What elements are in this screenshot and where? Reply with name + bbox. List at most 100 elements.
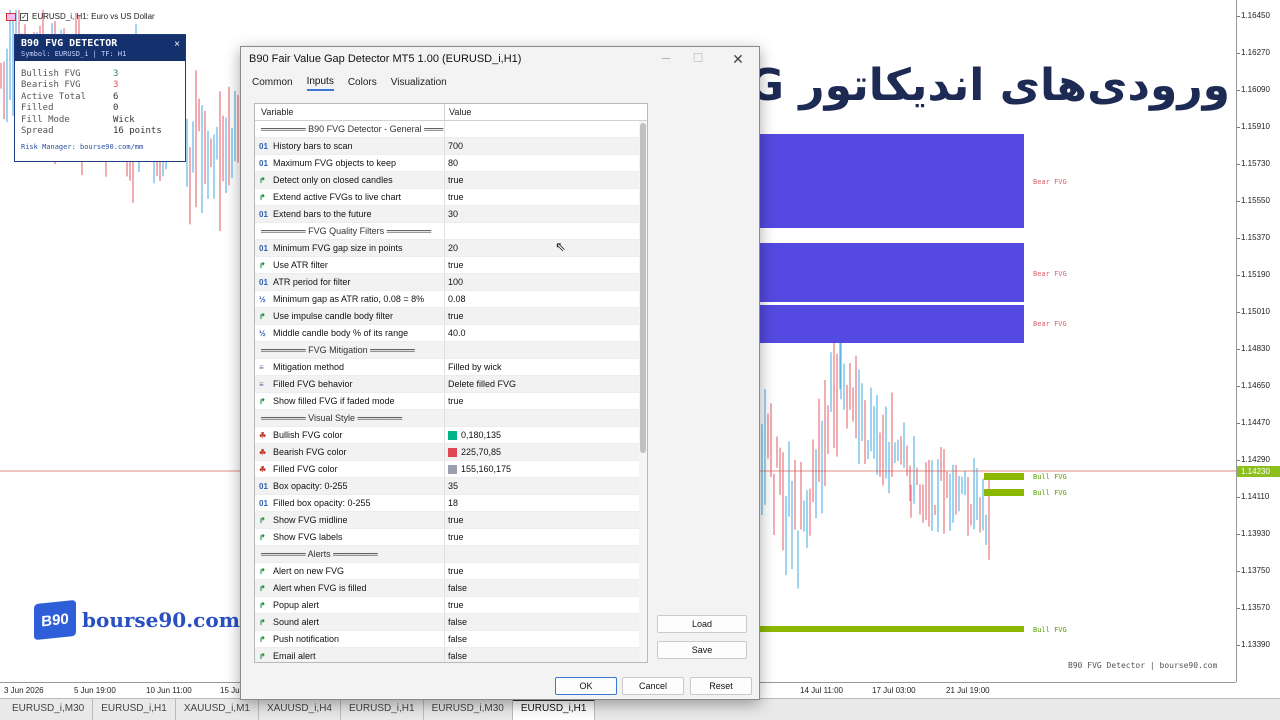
grid-section-row[interactable]: ═══════ FVG Mitigation ═══════ [255,342,647,359]
price-axis[interactable]: 1.16450 1.16270 1.16090 1.15910 1.15730 1.155… [1236,0,1280,682]
value-cell[interactable]: Delete filled FVG [445,376,647,392]
value-cell[interactable]: 225,70,85 [445,444,647,460]
grid-row[interactable]: ↱ Alert on new FVG true [255,563,647,580]
chart-tab[interactable]: EURUSD_i,M30 [4,699,94,720]
value-cell[interactable]: 100 [445,274,647,290]
value-cell[interactable]: true [445,308,647,324]
bear-fvg-zone-2[interactable] [760,243,1024,302]
grid-section-row[interactable]: ═══════ B90 FVG Detector - General ═══..… [255,121,647,138]
value-text: true [448,192,464,202]
value-cell[interactable]: 30 [445,206,647,222]
column-variable[interactable]: Variable [255,104,445,120]
value-cell[interactable]: 155,160,175 [445,461,647,477]
chart-tab[interactable]: EURUSD_i,H1 [341,699,424,720]
info-panel-footer[interactable]: Risk Manager: bourse90.com/mm [15,143,185,151]
value-cell[interactable]: 18 [445,495,647,511]
grid-row[interactable]: ↱ Show filled FVG if faded mode true [255,393,647,410]
grid-row[interactable]: ↱ Detect only on closed candles true [255,172,647,189]
chart-tab[interactable]: XAUUSD_i,H4 [259,699,341,720]
dialog-tab-colors[interactable]: Colors [348,77,377,90]
value-cell[interactable]: true [445,512,647,528]
grid-row[interactable]: ↱ Extend active FVGs to live chart true [255,189,647,206]
dialog-tab-inputs[interactable]: Inputs [306,76,334,91]
value-cell[interactable]: Filled by wick [445,359,647,375]
bull-fvg-zone-1[interactable] [984,473,1024,480]
grid-row[interactable]: ½ Minimum gap as ATR ratio, 0.08 = 8% 0.08 [255,291,647,308]
grid-row[interactable]: 01 Box opacity: 0-255 35 [255,478,647,495]
reset-button[interactable]: Reset [690,677,752,695]
grid-scrollbar[interactable] [639,121,647,662]
close-icon[interactable]: ✕ [727,51,749,69]
grid-row[interactable]: 01 ATR period for filter 100 [255,274,647,291]
grid-section-row[interactable]: ═══════ FVG Quality Filters ═══════ [255,223,647,240]
grid-row[interactable]: ↱ Show FVG labels true [255,529,647,546]
variable-name: Show FVG midline [273,515,348,525]
value-cell[interactable]: true [445,189,647,205]
chart-tab[interactable]: XAUUSD_i,M1 [176,699,259,720]
grid-row[interactable]: 01 Minimum FVG gap size in points 20 [255,240,647,257]
value-cell[interactable]: 0,180,135 [445,427,647,443]
grid-row[interactable]: ↱ Push notification false [255,631,647,648]
grid-row[interactable]: ½ Middle candle body % of its range 40.0 [255,325,647,342]
value-cell[interactable]: 80 [445,155,647,171]
grid-row[interactable]: ↱ Popup alert true [255,597,647,614]
value-text: 30 [448,209,459,219]
ok-button[interactable]: OK [555,677,617,695]
value-cell[interactable]: 700 [445,138,647,154]
variable-cell: 01 Extend bars to the future [255,206,445,222]
value-cell[interactable]: true [445,597,647,613]
chart-tab[interactable]: EURUSD_i,H1 [512,699,596,720]
grid-row[interactable]: ☘ Filled FVG color 155,160,175 [255,461,647,478]
bull-fvg-zone-2[interactable] [984,489,1024,496]
value-cell[interactable]: true [445,563,647,579]
grid-row[interactable]: ↱ Use ATR filter true [255,257,647,274]
chart-tab[interactable]: EURUSD_i,H1 [93,699,176,720]
cancel-button[interactable]: Cancel [622,677,684,695]
minimize-icon[interactable]: ─ [655,51,677,69]
grid-row[interactable]: 01 History bars to scan 700 [255,138,647,155]
load-button[interactable]: Load [657,615,747,633]
value-cell[interactable]: false [445,631,647,647]
variable-cell: 01 Maximum FVG objects to keep [255,155,445,171]
save-button[interactable]: Save [657,641,747,659]
value-cell[interactable]: 0.08 [445,291,647,307]
grid-row[interactable]: ↱ Email alert false [255,648,647,662]
grid-section-row[interactable]: ═══════ Visual Style ═══════ [255,410,647,427]
value-cell[interactable]: true [445,529,647,545]
close-icon[interactable]: × [174,39,180,50]
scroll-thumb[interactable] [640,123,646,453]
dialog-tab-visualization[interactable]: Visualization [391,77,447,90]
grid-row[interactable]: ↱ Use impulse candle body filter true [255,308,647,325]
column-value[interactable]: Value [445,104,471,120]
grid-row[interactable]: ☘ Bearish FVG color 225,70,85 [255,444,647,461]
value-text: false [448,651,468,661]
grid-row[interactable]: ≡ Mitigation method Filled by wick [255,359,647,376]
grid-row[interactable]: 01 Maximum FVG objects to keep 80 [255,155,647,172]
value-cell[interactable]: false [445,614,647,630]
grid-row[interactable]: ≡ Filled FVG behavior Delete filled FVG [255,376,647,393]
value-cell[interactable]: false [445,580,647,596]
price-tick [1237,275,1240,276]
grid-row[interactable]: 01 Extend bars to the future 30 [255,206,647,223]
grid-row[interactable]: ↱ Show FVG midline true [255,512,647,529]
bear-fvg-zone-1[interactable] [760,134,1024,228]
price-tick [1237,386,1240,387]
grid-row[interactable]: ↱ Alert when FVG is filled false [255,580,647,597]
value-cell[interactable]: true [445,257,647,273]
value-cell[interactable]: 35 [445,478,647,494]
value-cell[interactable]: true [445,393,647,409]
grid-row[interactable]: ☘ Bullish FVG color 0,180,135 [255,427,647,444]
value-cell[interactable]: 40.0 [445,325,647,341]
bull-fvg-zone-3[interactable] [760,626,1024,632]
value-cell[interactable]: true [445,172,647,188]
grid-row[interactable]: ↱ Sound alert false [255,614,647,631]
dialog-tab-common[interactable]: Common [252,77,293,90]
maximize-icon[interactable]: ☐ [687,51,709,69]
chart-tab[interactable]: EURUSD_i,M30 [424,699,513,720]
bear-fvg-zone-3[interactable] [760,305,1024,343]
dialog-titlebar[interactable]: B90 Fair Value Gap Detector MT5 1.00 (EU… [241,47,759,73]
grid-section-row[interactable]: ═══════ Alerts ═══════ [255,546,647,563]
value-cell[interactable]: false [445,648,647,662]
grid-row[interactable]: 01 Filled box opacity: 0-255 18 [255,495,647,512]
value-cell[interactable]: 20 [445,240,647,256]
